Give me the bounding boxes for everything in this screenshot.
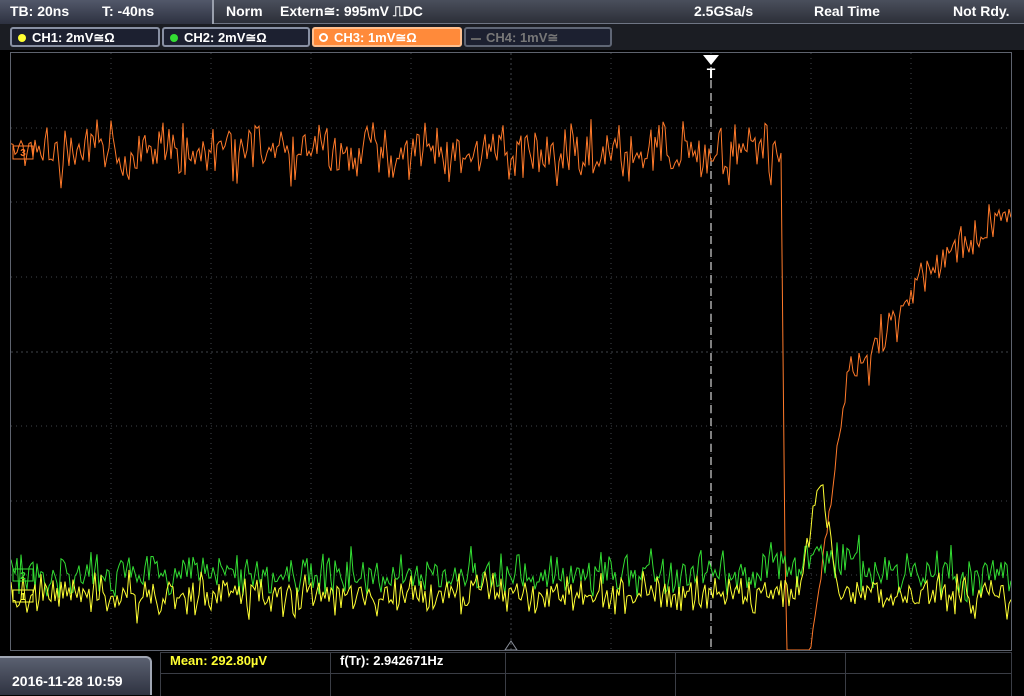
ch2-indicator-icon bbox=[170, 34, 178, 42]
ch1-label: CH1: 2mV≅Ω bbox=[32, 30, 115, 45]
channel-bar: CH1: 2mV≅Ω CH2: 2mV≅Ω CH3: 1mV≅Ω CH4: 1m… bbox=[0, 24, 1024, 50]
trigger-frequency-measurement[interactable]: f(Tr): 2.942671Hz bbox=[340, 653, 443, 668]
grid-divider bbox=[330, 653, 331, 696]
sample-rate-label[interactable]: 2.5GSa/s bbox=[694, 3, 753, 19]
grid-row-divider bbox=[160, 673, 1012, 674]
status-label: Not Rdy. bbox=[953, 3, 1010, 19]
grid-divider bbox=[1011, 653, 1012, 696]
ch3-marker-label: 3 bbox=[20, 148, 26, 159]
channel-tab-ch4[interactable]: CH4: 1mV≅ bbox=[464, 27, 612, 47]
trigger-position-marker[interactable]: T bbox=[703, 55, 719, 81]
ch3-ground-marker[interactable]: 3 bbox=[12, 145, 34, 160]
channel-tab-ch2[interactable]: CH2: 2mV≅Ω bbox=[162, 27, 310, 47]
datetime-box: 2016-11-28 10:59 bbox=[0, 656, 152, 695]
ch2-label: CH2: 2mV≅Ω bbox=[184, 30, 267, 45]
timebase-label[interactable]: TB: 20ns bbox=[10, 3, 69, 19]
waveform-svg: T 3 2 1 bbox=[11, 53, 1011, 650]
ch4-label: CH4: 1mV≅ bbox=[486, 30, 559, 45]
status-bar: TB: 20ns T: -40ns Norm Extern≅: 995mV ⎍D… bbox=[0, 0, 1024, 24]
channel-tab-ch1[interactable]: CH1: 2mV≅Ω bbox=[10, 27, 160, 47]
channel-tab-ch3[interactable]: CH3: 1mV≅Ω bbox=[312, 27, 462, 47]
grid-divider bbox=[505, 653, 506, 696]
ch3-label: CH3: 1mV≅Ω bbox=[334, 30, 417, 45]
grid-divider bbox=[160, 653, 161, 696]
grid-divider bbox=[675, 653, 676, 696]
ch1-indicator-icon bbox=[18, 34, 26, 42]
acquisition-mode-label[interactable]: Real Time bbox=[814, 3, 880, 19]
ch2-marker-label: 2 bbox=[20, 571, 26, 582]
ch1-marker-label: 1 bbox=[20, 592, 26, 603]
mean-measurement[interactable]: Mean: 292.80µV bbox=[170, 653, 267, 668]
datetime-label: 2016-11-28 10:59 bbox=[12, 673, 123, 689]
grid-divider bbox=[845, 653, 846, 696]
trigger-source-label[interactable]: Extern≅: 995mV ⎍DC bbox=[280, 3, 423, 20]
trigger-time-label[interactable]: T: -40ns bbox=[102, 3, 154, 19]
trigger-marker-label: T bbox=[707, 65, 716, 81]
trigger-arrow-icon bbox=[703, 55, 719, 65]
measurement-grid bbox=[160, 652, 1012, 696]
trigger-mode-label[interactable]: Norm bbox=[226, 3, 263, 19]
ch3-indicator-icon bbox=[319, 33, 328, 42]
waveform-display[interactable]: T 3 2 1 bbox=[10, 52, 1012, 651]
ch4-off-icon bbox=[471, 38, 481, 40]
timebase-box[interactable]: TB: 20ns T: -40ns bbox=[0, 0, 214, 24]
